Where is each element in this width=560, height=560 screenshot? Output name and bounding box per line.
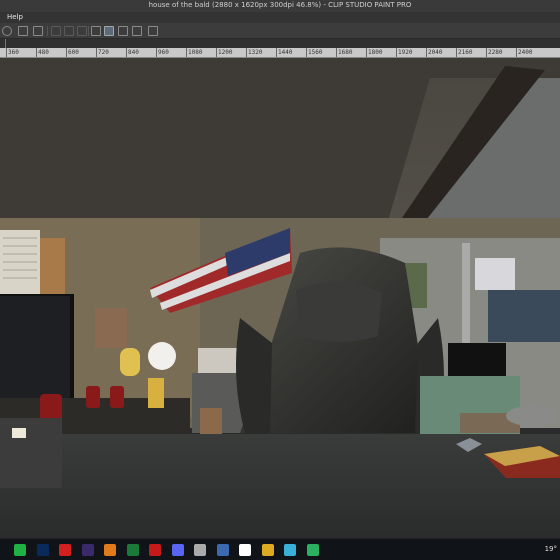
ruler-tick [96, 48, 97, 57]
doc-app-icon[interactable] [216, 544, 229, 556]
canvas-illustration [0, 58, 560, 538]
camera-app-icon[interactable] [284, 544, 296, 556]
ruler-tick [156, 48, 157, 57]
title-bar: house of the bald (2880 x 1620px 300dpi … [0, 0, 560, 12]
ruler-tick [456, 48, 457, 57]
ruler-tick [186, 48, 187, 57]
tray-weather[interactable]: 19° [545, 545, 557, 553]
discord-app-icon[interactable] [171, 544, 184, 556]
adobe-app-icon[interactable] [149, 544, 161, 556]
ruler-label: 1200 [218, 49, 233, 56]
menu-help[interactable]: Help [7, 13, 23, 21]
ruler-label: 2280 [488, 49, 503, 56]
canvas-area[interactable] [0, 58, 560, 538]
ruler-tick [216, 48, 217, 57]
palette-toggle-icon[interactable] [0, 39, 6, 48]
cut-icon[interactable] [33, 26, 43, 36]
ruler-label: 720 [98, 49, 109, 56]
ruler-label: 1800 [368, 49, 383, 56]
files-app-icon[interactable] [261, 544, 274, 556]
ruler-tick [126, 48, 127, 57]
ruler-tick [426, 48, 427, 57]
youtube-music-app-icon[interactable] [59, 544, 71, 556]
undo-icon[interactable] [2, 26, 12, 36]
ruler-tick [66, 48, 67, 57]
ruler-label: 1920 [398, 49, 413, 56]
photoshop-app-icon[interactable] [36, 544, 49, 556]
ruler-tick [306, 48, 307, 57]
ruler-tick [276, 48, 277, 57]
ruler-label: 1440 [278, 49, 293, 56]
ruler-tick [246, 48, 247, 57]
toolbar-separator [47, 26, 48, 36]
pen-active-icon[interactable] [104, 26, 114, 36]
ruler-tick [36, 48, 37, 57]
figure-app-icon[interactable] [194, 544, 206, 556]
menu-bar: Help [0, 12, 560, 23]
ruler-label: 2400 [518, 49, 533, 56]
taskbar: 19° [0, 538, 560, 560]
ruler-label: 360 [8, 49, 19, 56]
paste-icon[interactable] [51, 26, 61, 36]
ruler-label: 840 [128, 49, 139, 56]
ruler-tick [516, 48, 517, 57]
ruler-label: 960 [158, 49, 169, 56]
fill-icon[interactable] [77, 26, 87, 36]
ruler-label: 1320 [248, 49, 263, 56]
window-title: house of the bald (2880 x 1620px 300dpi … [148, 1, 412, 9]
ruler-label: 1680 [338, 49, 353, 56]
excel-app-icon[interactable] [126, 544, 139, 556]
browser-app-icon[interactable] [81, 544, 94, 556]
maps-app-icon[interactable] [306, 544, 319, 556]
sub-tool-strip [0, 39, 560, 48]
ruler-tick [486, 48, 487, 57]
command-bar [0, 23, 560, 39]
copy-icon[interactable] [18, 26, 28, 36]
ruler-label: 1080 [188, 49, 203, 56]
link-icon[interactable] [148, 26, 158, 36]
ruler-label: 2160 [458, 49, 473, 56]
ruler-label: 480 [38, 49, 49, 56]
toolbar-separator [88, 26, 89, 36]
ruler-tick [6, 48, 7, 57]
transform-icon[interactable] [91, 26, 101, 36]
blender-app-icon[interactable] [104, 544, 116, 556]
ruler-label: 600 [68, 49, 79, 56]
ruler-tick [396, 48, 397, 57]
ruler-tick [336, 48, 337, 57]
ruler-label: 2040 [428, 49, 443, 56]
horizontal-ruler[interactable]: 360 480 600 720 840 960 1080 1200 1320 1440 1560 16… [0, 48, 560, 58]
pen-icon[interactable] [118, 26, 128, 36]
page-icon[interactable] [132, 26, 142, 36]
clear-icon[interactable] [64, 26, 74, 36]
ruler-tick [366, 48, 367, 57]
line-app-icon[interactable] [14, 544, 26, 556]
ruler-label: 1560 [308, 49, 323, 56]
mail-app-icon[interactable] [239, 544, 251, 556]
